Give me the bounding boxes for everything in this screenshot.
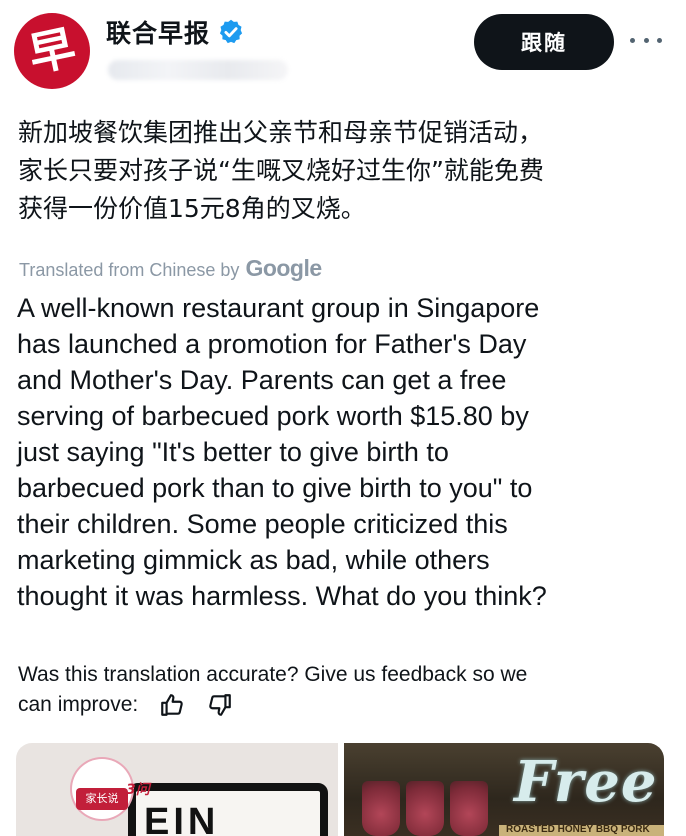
poster-text: EIN <box>144 801 220 836</box>
thumbs-down-icon[interactable] <box>206 692 234 718</box>
glass-image <box>362 781 400 836</box>
original-post-text: 新加坡餐饮集团推出父亲节和母亲节促销活动， 家长只要对孩子说“生嘅叉烧好过生你”… <box>18 114 668 228</box>
follow-button[interactable]: 跟随 <box>474 14 614 70</box>
free-overlay-text: Free <box>514 749 658 815</box>
feedback-text-line1: Was this translation accurate? Give us f… <box>18 663 528 686</box>
media-image-right[interactable]: Free ROASTED HONEY BBQ PORK <box>344 743 664 836</box>
translation-line: their children. Some people criticized t… <box>17 509 508 539</box>
avatar-logo-glyph: 早 <box>23 19 81 83</box>
post-media-gallery[interactable]: EIN 家长说 3问 Free ROASTED HONEY BBQ PORK <box>16 743 664 836</box>
original-line: 获得一份价值15元8角的叉烧。 <box>18 194 366 223</box>
original-line: 新加坡餐饮集团推出父亲节和母亲节促销活动， <box>18 118 544 147</box>
cup-number: 3问 <box>126 782 150 798</box>
product-banner-text: ROASTED HONEY BBQ PORK <box>506 824 650 835</box>
original-line: 家长只要对孩子说“生嘅叉烧好过生你”就能免费 <box>18 156 544 185</box>
translation-line: marketing gimmick as bad, while others <box>17 545 490 575</box>
google-logo: Google <box>245 255 322 281</box>
thumbs-up-icon[interactable] <box>158 692 186 718</box>
translated-post-text: A well-known restaurant group in Singapo… <box>17 290 677 614</box>
more-dot <box>630 37 635 43</box>
more-dot <box>643 37 649 43</box>
glass-image <box>406 781 444 836</box>
glass-image <box>450 781 488 836</box>
account-avatar[interactable]: 早 <box>14 13 90 89</box>
translation-line: serving of barbecued pork worth $15.80 b… <box>17 401 529 431</box>
more-options-icon[interactable] <box>624 28 668 52</box>
feedback-text-line2: can improve: <box>18 693 139 716</box>
translated-by-text: Translated from Chinese by <box>19 260 240 280</box>
verified-badge-icon <box>219 19 243 44</box>
translation-line: has launched a promotion for Father's Da… <box>17 329 527 359</box>
translation-feedback: Was this translation accurate? Give us f… <box>18 660 678 720</box>
translated-by-label[interactable]: Translated from Chinese by Google <box>19 255 322 282</box>
more-dot <box>657 37 662 43</box>
account-handle-blurred <box>108 60 288 80</box>
translation-line: and Mother's Day. Parents can get a free <box>17 365 507 395</box>
media-image-left[interactable]: EIN 家长说 3问 <box>16 743 338 836</box>
translation-line: A well-known restaurant group in Singapo… <box>17 293 540 323</box>
account-name[interactable]: 联合早报 <box>106 14 210 50</box>
translation-line: thought it was harmless. What do you thi… <box>17 581 547 611</box>
translation-line: barbecued pork than to give birth to you… <box>17 473 533 503</box>
translation-line: just saying "It's better to give birth t… <box>17 437 449 467</box>
cup-label: 家长说 <box>76 788 128 810</box>
